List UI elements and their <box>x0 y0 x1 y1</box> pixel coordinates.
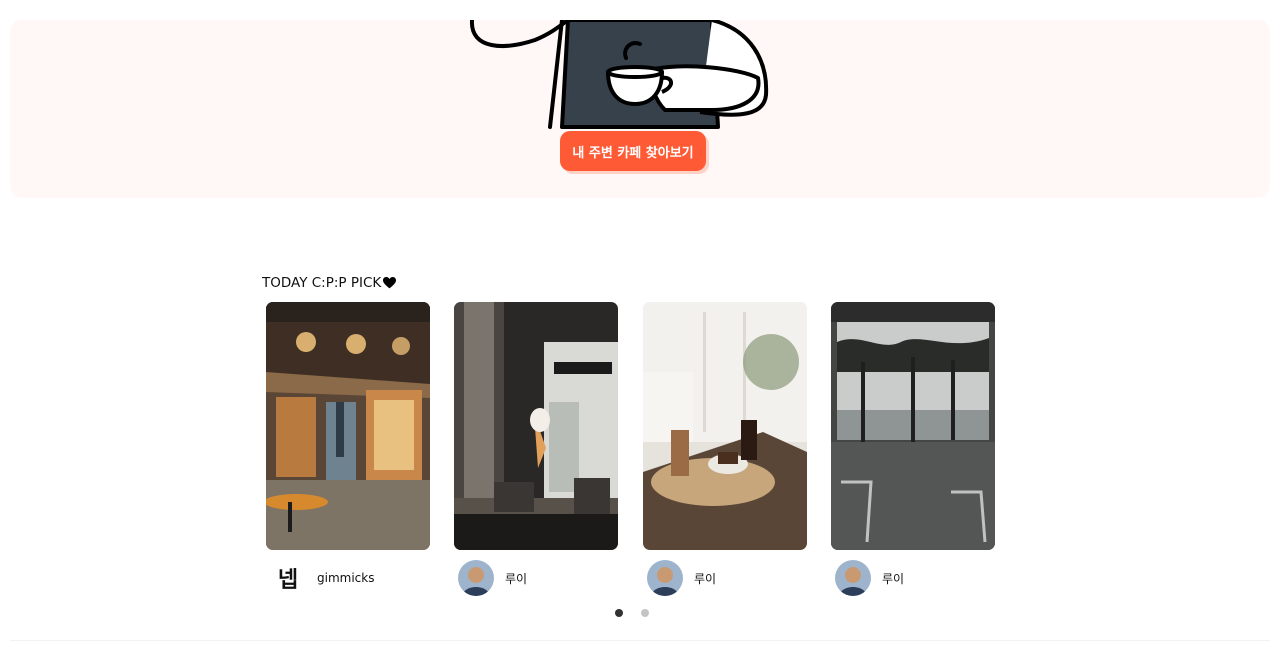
carousel-pagination <box>615 609 649 617</box>
cafe-card[interactable]: 넵 gimmicks <box>266 302 430 598</box>
avatar <box>458 560 494 596</box>
avatar <box>835 560 871 596</box>
cafe-photo[interactable] <box>454 302 618 550</box>
cafe-photo[interactable] <box>831 302 995 550</box>
cafe-card[interactable]: 루이 <box>831 302 995 598</box>
heart-icon <box>383 277 397 289</box>
barista-illustration <box>469 20 769 129</box>
author-name: 루이 <box>694 571 717 586</box>
card-author[interactable]: 넵 gimmicks <box>270 560 375 596</box>
divider <box>10 640 1270 641</box>
avatar-text: 넵 <box>277 568 299 593</box>
author-name: gimmicks <box>317 571 375 585</box>
cafe-photo[interactable] <box>266 302 430 550</box>
today-pick-heading: TODAY C:P:P PICK <box>262 275 397 291</box>
author-name: 루이 <box>505 571 528 586</box>
cafe-card[interactable]: 루이 <box>643 302 807 598</box>
author-name: 루이 <box>882 571 905 586</box>
cafe-photo[interactable] <box>643 302 807 550</box>
avatar: 넵 <box>270 560 306 596</box>
pagination-dot-2[interactable] <box>641 609 649 617</box>
avatar <box>647 560 683 596</box>
pagination-dot-1[interactable] <box>615 609 623 617</box>
cafe-card[interactable]: 루이 <box>454 302 618 598</box>
card-author[interactable]: 루이 <box>458 560 527 596</box>
today-pick-title: TODAY C:P:P PICK <box>262 275 382 291</box>
card-author[interactable]: 루이 <box>835 560 904 596</box>
find-nearby-cafe-button[interactable]: 내 주변 카페 찾아보기 <box>560 131 706 171</box>
card-author[interactable]: 루이 <box>647 560 716 596</box>
hero-banner: 내 주변 카페 찾아보기 <box>10 20 1270 198</box>
